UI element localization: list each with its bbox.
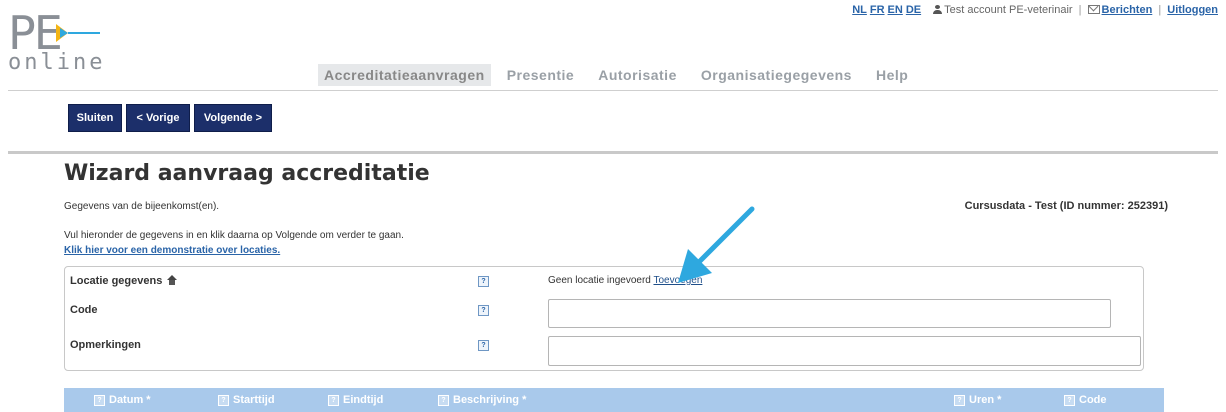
help-icon[interactable]: ? [328,394,339,406]
help-icon[interactable]: ? [438,394,449,406]
column-header-uren[interactable]: ? Uren * [954,394,1001,406]
lang-fr[interactable]: FR [870,4,885,16]
lang-nl[interactable]: NL [852,4,867,16]
annotation-arrow-icon [678,206,755,283]
code-field[interactable] [548,299,1111,328]
next-button[interactable]: Volgende > [194,104,272,132]
logout-link[interactable]: Uitloggen [1167,4,1218,16]
help-icon[interactable]: ? [218,394,229,406]
course-info: Cursusdata - Test (ID nummer: 252391) [964,200,1168,212]
account-name: Test account PE-veterinair [944,4,1073,16]
separator: | [1158,4,1162,16]
help-icon[interactable]: ? [1064,394,1075,406]
demo-link[interactable]: Klik hier voor een demonstratie over loc… [64,245,280,256]
column-header-datum[interactable]: ? Datum * [94,394,151,406]
divider [8,151,1218,154]
close-button[interactable]: Sluiten [68,104,122,132]
logo-online-text: online [8,50,106,75]
tab-organisatiegegevens[interactable]: Organisatiegegevens [693,64,860,86]
help-icon[interactable]: ? [94,394,105,406]
tab-accreditatieaanvragen[interactable]: Accreditatieaanvragen [318,64,491,86]
messages-link[interactable]: Berichten [1102,4,1153,16]
tab-presentie[interactable]: Presentie [499,64,583,86]
tab-autorisatie[interactable]: Autorisatie [590,64,685,86]
location-label: Locatie gegevens [70,275,178,287]
help-icon[interactable]: ? [478,305,489,316]
column-header-starttijd[interactable]: ? Starttijd [218,394,275,406]
column-header-beschrijving[interactable]: ? Beschrijving * [438,394,526,406]
remarks-field[interactable] [548,336,1141,366]
mail-icon [1087,5,1100,14]
page-title: Wizard aanvraag accreditatie [64,161,430,186]
house-icon [166,275,178,285]
help-icon[interactable]: ? [478,340,489,351]
instruction-text: Vul hieronder de gegevens in en klik daa… [64,230,404,241]
lang-en[interactable]: EN [888,4,903,16]
main-nav: Accreditatieaanvragen Presentie Autorisa… [318,64,924,86]
top-bar: NL FR EN DE Test account PE-veterinair | Be… [852,4,1218,16]
tab-help[interactable]: Help [868,64,916,86]
no-location-text: Geen locatie ingevoerd [548,275,651,286]
separator: | [1078,4,1082,16]
column-header-eindtijd[interactable]: ? Eindtijd [328,394,383,406]
help-icon[interactable]: ? [478,276,489,287]
language-switcher: NL FR EN DE [852,4,927,16]
user-icon [933,5,943,14]
code-label: Code [70,304,98,316]
help-icon[interactable]: ? [954,394,965,406]
divider [8,90,1218,91]
logo-arrow-icon [56,24,100,42]
previous-button[interactable]: < Vorige [126,104,190,132]
remarks-label: Opmerkingen [70,339,141,351]
column-header-code[interactable]: ? Code [1064,394,1107,406]
page-subtitle: Gegevens van de bijeenkomst(en). [64,201,220,212]
lang-de[interactable]: DE [906,4,921,16]
